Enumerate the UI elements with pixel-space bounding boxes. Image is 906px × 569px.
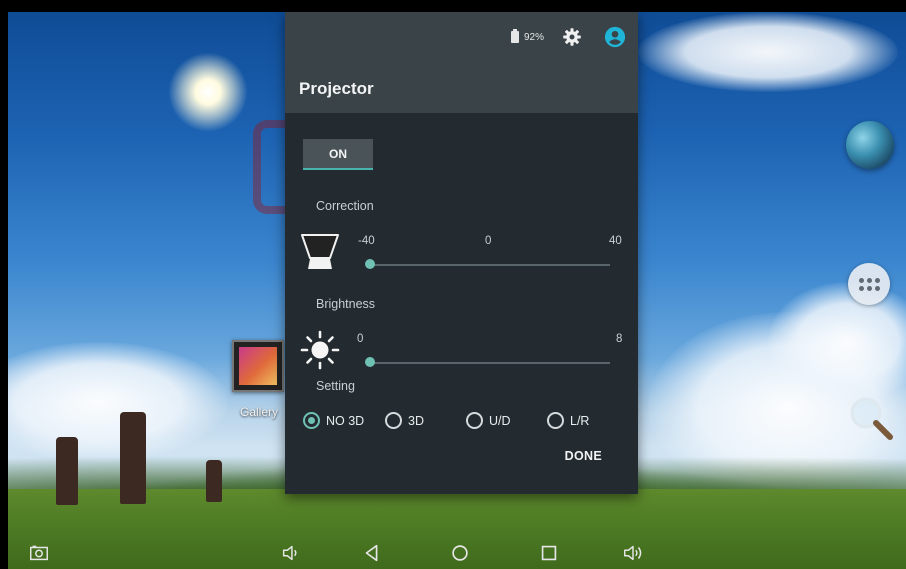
brightness-sun-icon bbox=[300, 330, 340, 370]
search-icon[interactable] bbox=[846, 393, 896, 443]
correction-label: Correction bbox=[316, 199, 374, 213]
account-icon[interactable] bbox=[604, 26, 626, 48]
done-button[interactable]: DONE bbox=[565, 449, 602, 463]
brightness-slider-thumb[interactable] bbox=[365, 357, 375, 367]
panel-header: 92% Projector bbox=[285, 12, 638, 113]
apps-dots bbox=[858, 277, 880, 291]
correction-slider-track[interactable] bbox=[370, 264, 610, 266]
sun-graphic bbox=[168, 52, 248, 132]
radio-3d[interactable]: 3D bbox=[385, 412, 424, 429]
correction-max-label: 40 bbox=[609, 235, 622, 247]
windmill bbox=[56, 437, 78, 505]
radio-label: NO 3D bbox=[326, 413, 365, 428]
keystone-icon bbox=[301, 234, 339, 269]
screenshot-icon[interactable] bbox=[26, 540, 52, 566]
radio-label: 3D bbox=[408, 413, 424, 428]
projector-panel: 92% Projector ON Correction -40 0 40 Bri… bbox=[285, 12, 638, 494]
projector-on-toggle[interactable]: ON bbox=[303, 139, 373, 170]
brightness-label: Brightness bbox=[316, 297, 376, 311]
brightness-max-label: 8 bbox=[616, 333, 623, 345]
cloud bbox=[638, 12, 898, 92]
radio-l-r[interactable]: L/R bbox=[547, 412, 589, 429]
windmill bbox=[206, 460, 222, 502]
panel-title: Projector bbox=[299, 79, 374, 98]
gallery-icon[interactable] bbox=[232, 340, 284, 392]
radio-label: U/D bbox=[489, 413, 511, 428]
battery-percent: 92% bbox=[523, 31, 544, 43]
recents-icon[interactable] bbox=[536, 540, 562, 566]
volume-down-icon[interactable] bbox=[278, 540, 304, 566]
brightness-slider-track[interactable] bbox=[370, 362, 610, 364]
correction-slider-thumb[interactable] bbox=[365, 259, 375, 269]
home-icon[interactable] bbox=[447, 540, 473, 566]
correction-min-label: -40 bbox=[358, 235, 375, 247]
brightness-min-label: 0 bbox=[357, 333, 364, 345]
radio-button-icon[interactable] bbox=[466, 412, 483, 429]
radio-u-d[interactable]: U/D bbox=[466, 412, 511, 429]
radio-label: L/R bbox=[570, 413, 590, 428]
status-bar: 92% bbox=[510, 26, 626, 48]
globe-icon[interactable] bbox=[846, 121, 894, 169]
battery-icon bbox=[510, 29, 519, 43]
radio-button-icon[interactable] bbox=[385, 412, 402, 429]
correction-mid-label: 0 bbox=[485, 235, 492, 247]
3d-mode-radio-group: NO 3D 3D U/D L/R bbox=[303, 412, 623, 434]
radio-button-icon[interactable] bbox=[547, 412, 564, 429]
gear-icon[interactable] bbox=[562, 27, 582, 47]
setting-label: Setting bbox=[316, 379, 355, 393]
navigation-bar bbox=[8, 535, 906, 569]
volume-up-icon[interactable] bbox=[620, 540, 646, 566]
radio-no-3d[interactable]: NO 3D bbox=[303, 412, 364, 429]
gallery-label: Gallery bbox=[240, 405, 279, 419]
cloud bbox=[8, 342, 228, 462]
windmill bbox=[120, 412, 146, 504]
radio-button-icon[interactable] bbox=[303, 412, 320, 429]
apps-icon[interactable] bbox=[848, 263, 890, 305]
back-icon[interactable] bbox=[359, 540, 385, 566]
